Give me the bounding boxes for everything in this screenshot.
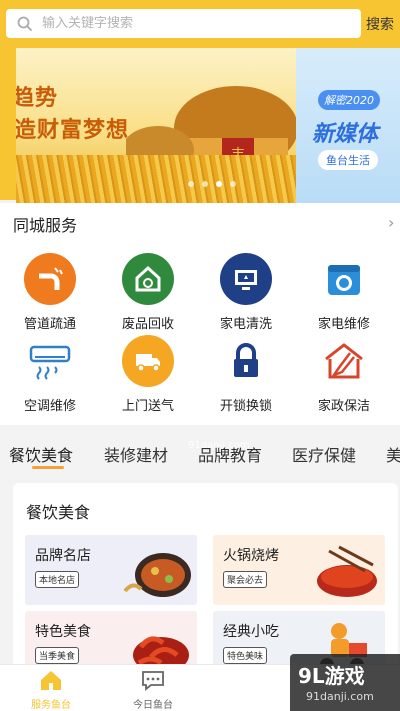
watermark-logo-text: 9L游戏: [298, 664, 365, 688]
food-badge: 本地名店: [35, 571, 80, 588]
banner-dot[interactable]: [188, 181, 194, 187]
search-input[interactable]: [42, 16, 342, 31]
dish-image: [123, 553, 191, 597]
food-badge: 聚会必去: [223, 571, 268, 588]
site-watermark: 9L游戏 91danji.com: [290, 654, 400, 711]
tab-medical[interactable]: 医疗保健: [292, 442, 356, 466]
watermark-url: 91danji.com: [306, 690, 374, 703]
service-gas-delivery[interactable]: 上门送气: [98, 335, 198, 414]
recycle-house-icon: [122, 253, 174, 305]
tab-more[interactable]: 美: [386, 442, 400, 466]
service-label: 开锁换锁: [219, 399, 272, 414]
banner-media-sub: 鱼台生活: [318, 150, 378, 170]
section-title: 同城服务: [13, 216, 78, 235]
nav-service-yutai[interactable]: 服务鱼台: [21, 669, 81, 711]
gas-truck-icon: [122, 335, 174, 387]
banner-headline-2: 造财富梦想: [16, 118, 130, 143]
active-tab-indicator: [32, 466, 64, 469]
banner-slide-media: 解密2020 新媒体 鱼台生活: [296, 48, 400, 203]
air-conditioner-icon: [24, 335, 76, 387]
dish-image: [317, 545, 377, 597]
wheat-field: [16, 155, 296, 203]
banner-tag: 解密2020: [318, 90, 380, 110]
banner-dot[interactable]: [230, 181, 236, 187]
search-button[interactable]: 搜索: [366, 14, 394, 34]
service-appliance-repair[interactable]: 家电维修: [294, 253, 394, 332]
food-name: 经典小吃: [223, 624, 279, 640]
service-locksmith[interactable]: 开锁换锁: [196, 335, 296, 414]
nav-label: 服务鱼台: [31, 700, 71, 711]
banner-pagination: [188, 181, 236, 187]
broom-house-icon: [318, 335, 370, 387]
search-icon: [17, 16, 32, 31]
tv-clean-icon: [220, 253, 272, 305]
service-pipe-dredge[interactable]: 管道疏通: [0, 253, 100, 332]
food-hotpot-bbq[interactable]: 火锅烧烤 聚会必去: [213, 535, 385, 605]
banner-headline-1: 趋势: [16, 86, 59, 111]
chat-bubble-icon: [142, 671, 164, 691]
lock-icon: [220, 335, 272, 387]
food-badge: 特色美味: [223, 647, 268, 664]
search-bar[interactable]: [6, 9, 361, 38]
banner-dot-active[interactable]: [216, 181, 222, 187]
food-name: 火锅烧烤: [223, 548, 279, 564]
service-housekeeping[interactable]: 家政保洁: [294, 335, 394, 414]
food-name: 特色美食: [35, 624, 91, 640]
service-label: 家电清洗: [219, 317, 272, 332]
banner-dot[interactable]: [202, 181, 208, 187]
food-name: 品牌名店: [35, 548, 91, 564]
catering-card: 餐饮美食 品牌名店 本地名店 火锅烧烤 聚会必去 特色美食 当季美食 经典小吃 …: [13, 483, 398, 681]
service-recycle[interactable]: 废品回收: [98, 253, 198, 332]
nav-label: 今日鱼台: [133, 700, 173, 711]
service-label: 管道疏通: [23, 317, 76, 332]
home-icon: [41, 671, 61, 690]
food-badge: 当季美食: [35, 647, 80, 664]
banner-slide-wealth: 丰 丰 趋势 造财富梦想: [16, 48, 296, 203]
tab-decoration[interactable]: 装修建材: [104, 442, 168, 466]
tab-catering[interactable]: 餐饮美食: [9, 442, 73, 466]
nav-today-yutai[interactable]: 今日鱼台: [123, 669, 183, 711]
food-brand-stores[interactable]: 品牌名店 本地名店: [25, 535, 197, 605]
banner-media-title: 新媒体: [312, 122, 379, 147]
promo-banner[interactable]: 丰 丰 趋势 造财富梦想 解密2020 新媒体 鱼台生活: [16, 48, 400, 203]
service-label: 上门送气: [121, 399, 174, 414]
service-label: 家政保洁: [317, 399, 370, 414]
washer-icon: [318, 253, 370, 305]
service-ac-repair[interactable]: 空调维修: [0, 335, 100, 414]
service-label: 废品回收: [121, 317, 174, 332]
pipe-icon: [24, 253, 76, 305]
service-label: 家电维修: [317, 317, 370, 332]
service-appliance-clean[interactable]: 家电清洗: [196, 253, 296, 332]
chevron-right-icon[interactable]: ›: [388, 213, 394, 232]
watermark-text: 91danji.com: [188, 440, 250, 451]
local-service-section: 同城服务 › 管道疏通 废品回收 家电清洗 家电维修 空调维修 上门送气 开锁换…: [0, 203, 400, 425]
service-label: 空调维修: [23, 399, 76, 414]
card-title: 餐饮美食: [26, 503, 91, 522]
